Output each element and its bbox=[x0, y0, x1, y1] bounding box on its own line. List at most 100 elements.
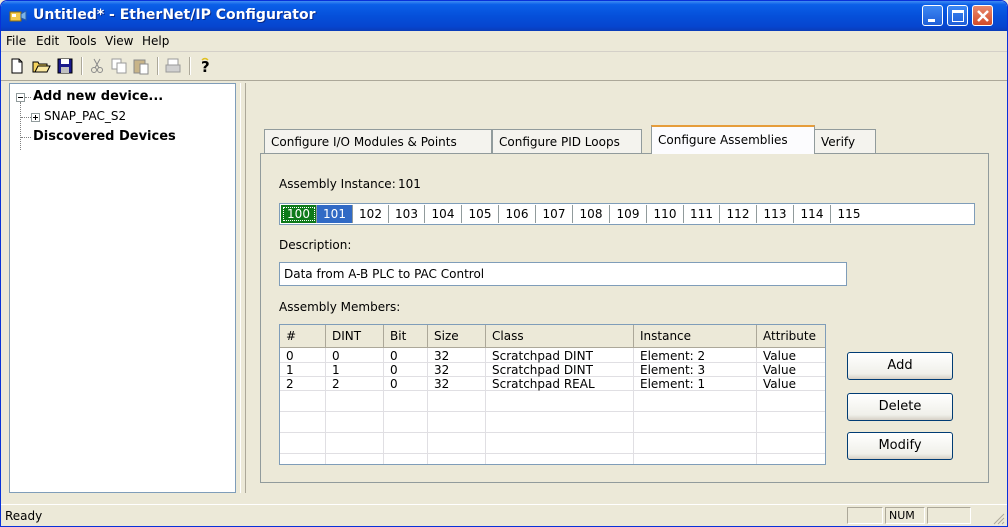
cut-icon[interactable] bbox=[87, 56, 107, 76]
delete-button[interactable]: Delete bbox=[847, 393, 953, 421]
instance-tab-108[interactable]: 108 bbox=[573, 205, 610, 223]
app-window: Untitled* - EtherNet/IP Configurator Fil… bbox=[0, 0, 1008, 527]
status-pane-caps bbox=[847, 507, 883, 524]
instance-tab-101[interactable]: 101 bbox=[317, 205, 353, 223]
menu-edit[interactable]: Edit bbox=[36, 34, 59, 48]
minimize-icon bbox=[928, 19, 935, 22]
menu-help[interactable]: Help bbox=[142, 34, 169, 48]
cell-attribute: Value bbox=[763, 349, 796, 363]
assembly-members-grid[interactable]: # DINT Bit Size Class Instance Attribute… bbox=[279, 324, 826, 465]
resize-grip-icon[interactable] bbox=[993, 513, 1005, 525]
instance-tab-111[interactable]: 111 bbox=[684, 205, 720, 223]
svg-text:?: ? bbox=[201, 58, 210, 76]
app-icon bbox=[9, 10, 27, 22]
cell-instance: Element: 2 bbox=[640, 349, 706, 363]
toolbar: ? bbox=[1, 52, 1007, 81]
tree-item-snap-pac-s2[interactable]: SNAP_PAC_S2 bbox=[44, 109, 126, 123]
instance-selector[interactable]: 100 101 102 103 104 105 106 107 108 109 … bbox=[279, 203, 975, 225]
instance-tab-109[interactable]: 109 bbox=[610, 205, 647, 223]
menu-view[interactable]: View bbox=[105, 34, 133, 48]
instance-tab-102[interactable]: 102 bbox=[353, 205, 389, 223]
cell-dint: 1 bbox=[332, 363, 340, 377]
cell-instance: Element: 1 bbox=[640, 377, 706, 391]
instance-tab-114[interactable]: 114 bbox=[794, 205, 831, 223]
expand-toggle-icon[interactable] bbox=[31, 113, 40, 122]
instance-tab-113[interactable]: 113 bbox=[757, 205, 794, 223]
cell-dint: 0 bbox=[332, 349, 340, 363]
paste-icon[interactable] bbox=[131, 56, 151, 76]
tree-connector bbox=[20, 102, 21, 150]
grid-line bbox=[280, 432, 825, 433]
column-header-bit[interactable]: Bit bbox=[384, 325, 428, 348]
add-button[interactable]: Add bbox=[847, 352, 953, 380]
cell-number: 1 bbox=[286, 363, 294, 377]
tab-configure-io[interactable]: Configure I/O Modules & Points bbox=[264, 129, 492, 153]
cell-dint: 2 bbox=[332, 377, 340, 391]
tree-item-discovered-devices[interactable]: Discovered Devices bbox=[33, 129, 176, 144]
help-icon[interactable]: ? bbox=[195, 56, 215, 76]
instance-tab-107[interactable]: 107 bbox=[536, 205, 573, 223]
toolbar-separator bbox=[81, 57, 83, 75]
minimize-button[interactable] bbox=[922, 5, 943, 26]
instance-tab-103[interactable]: 103 bbox=[389, 205, 425, 223]
device-tree[interactable]: Add new device... SNAP_PAC_S2 Discovered… bbox=[9, 83, 236, 493]
cell-attribute: Value bbox=[763, 363, 796, 377]
cell-number: 0 bbox=[286, 349, 294, 363]
column-header-size[interactable]: Size bbox=[428, 325, 486, 348]
title-bar[interactable]: Untitled* - EtherNet/IP Configurator bbox=[1, 1, 1007, 31]
status-bar: Ready NUM bbox=[1, 504, 1007, 526]
instance-tab-105[interactable]: 105 bbox=[462, 205, 499, 223]
assembly-instance-label: Assembly Instance: bbox=[279, 177, 396, 191]
column-header-instance[interactable]: Instance bbox=[634, 325, 757, 348]
modify-button[interactable]: Modify bbox=[847, 432, 953, 460]
assembly-instance-value: 101 bbox=[398, 177, 421, 191]
panel-splitter[interactable] bbox=[240, 83, 246, 493]
tree-connector bbox=[21, 117, 31, 118]
close-icon bbox=[977, 10, 989, 22]
tab-configure-assemblies[interactable]: Configure Assemblies bbox=[651, 125, 815, 154]
cell-size: 32 bbox=[434, 349, 450, 363]
instance-tab-112[interactable]: 112 bbox=[720, 205, 757, 223]
cell-size: 32 bbox=[434, 363, 450, 377]
menu-file[interactable]: File bbox=[6, 34, 26, 48]
cell-bit: 0 bbox=[390, 377, 398, 391]
cell-bit: 0 bbox=[390, 363, 398, 377]
status-pane-num: NUM bbox=[885, 507, 925, 524]
instance-tab-115[interactable]: 115 bbox=[831, 205, 867, 223]
column-header-class[interactable]: Class bbox=[486, 325, 634, 348]
cell-class: Scratchpad REAL bbox=[492, 377, 595, 391]
column-header-dint[interactable]: DINT bbox=[326, 325, 384, 348]
maximize-icon bbox=[952, 10, 964, 22]
tree-connector bbox=[21, 137, 31, 138]
tab-configure-pid[interactable]: Configure PID Loops bbox=[492, 129, 642, 153]
instance-tab-100[interactable]: 100 bbox=[281, 205, 317, 223]
column-header-number[interactable]: # bbox=[280, 325, 326, 348]
menu-tools[interactable]: Tools bbox=[67, 34, 97, 48]
tree-item-add-new-device[interactable]: Add new device... bbox=[33, 89, 163, 104]
toolbar-separator bbox=[157, 57, 159, 75]
save-icon[interactable] bbox=[55, 56, 75, 76]
instance-tab-104[interactable]: 104 bbox=[425, 205, 462, 223]
collapse-toggle-icon[interactable] bbox=[16, 93, 25, 102]
cell-attribute: Value bbox=[763, 377, 796, 391]
cell-number: 2 bbox=[286, 377, 294, 391]
instance-tab-106[interactable]: 106 bbox=[499, 205, 536, 223]
status-text: Ready bbox=[5, 509, 43, 523]
description-field[interactable]: Data from A-B PLC to PAC Control bbox=[279, 262, 847, 286]
assembly-members-label: Assembly Members: bbox=[279, 300, 401, 314]
instance-tab-110[interactable]: 110 bbox=[647, 205, 684, 223]
open-folder-icon[interactable] bbox=[31, 56, 51, 76]
cell-class: Scratchpad DINT bbox=[492, 349, 593, 363]
tab-verify[interactable]: Verify bbox=[814, 129, 876, 153]
cell-instance: Element: 3 bbox=[640, 363, 706, 377]
copy-icon[interactable] bbox=[109, 56, 129, 76]
maximize-button[interactable] bbox=[947, 5, 968, 26]
new-file-icon[interactable] bbox=[7, 56, 27, 76]
description-label: Description: bbox=[279, 238, 352, 252]
close-button[interactable] bbox=[972, 5, 993, 26]
print-icon[interactable] bbox=[163, 56, 183, 76]
column-header-attribute[interactable]: Attribute bbox=[757, 325, 825, 348]
cell-class: Scratchpad DINT bbox=[492, 363, 593, 377]
grid-line bbox=[280, 453, 825, 454]
status-pane-scroll bbox=[927, 507, 971, 524]
